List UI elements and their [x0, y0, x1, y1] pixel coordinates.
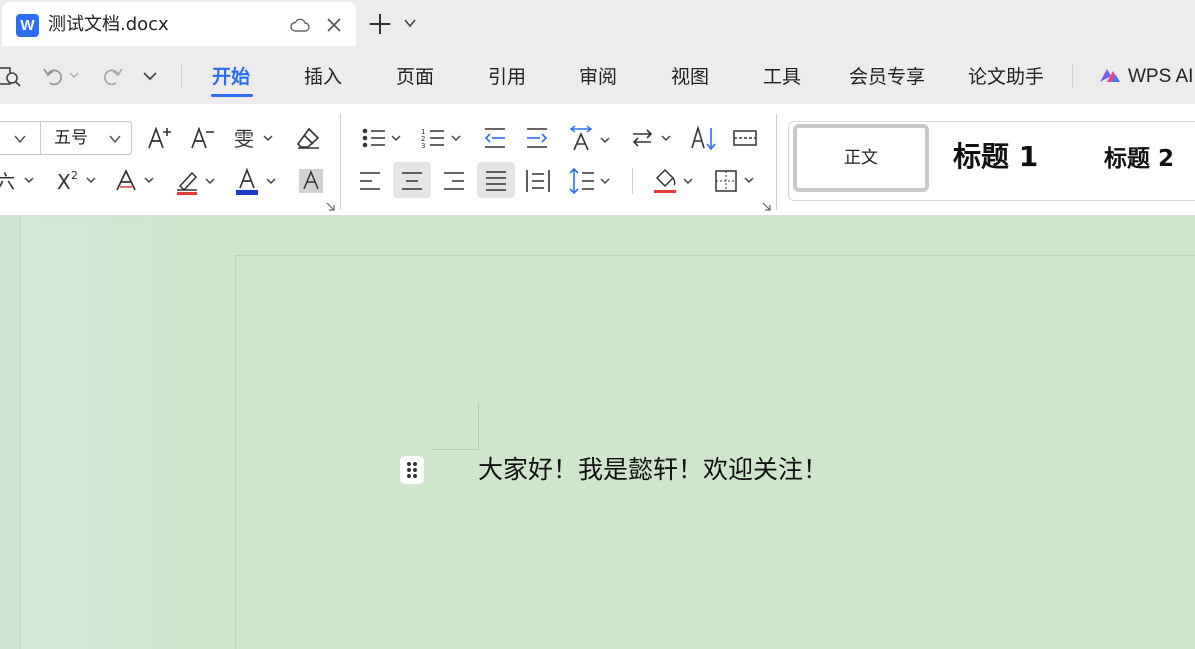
tab-tools[interactable]: 工具: [763, 65, 801, 89]
svg-text:2: 2: [71, 169, 78, 182]
left-ruler-strip: [0, 217, 21, 649]
paragraph-dialog-launcher-icon[interactable]: [762, 202, 771, 211]
plus-icon[interactable]: [368, 12, 392, 36]
word-logo-icon: W: [16, 14, 39, 37]
separator: [340, 114, 341, 210]
decrease-indent-icon[interactable]: [482, 126, 508, 150]
text-effect-icon[interactable]: [114, 168, 160, 194]
align-right-icon[interactable]: [442, 170, 466, 192]
drag-handle-icon: [407, 462, 417, 478]
tab-paper-assistant[interactable]: 论文助手: [968, 65, 1044, 89]
margin-marker: [432, 449, 479, 450]
chevron-down-icon[interactable]: [68, 69, 80, 81]
tab-view[interactable]: 视图: [671, 65, 709, 89]
font-name-select[interactable]: [0, 121, 40, 155]
justify-button[interactable]: [477, 162, 515, 198]
wps-ai-button[interactable]: WPS AI: [1128, 65, 1193, 89]
chevron-down-icon[interactable]: [13, 133, 27, 145]
chevron-down-icon[interactable]: [403, 16, 417, 30]
strikethrough-icon[interactable]: 六: [0, 170, 38, 192]
document-page[interactable]: [235, 255, 1195, 649]
close-icon[interactable]: [324, 15, 344, 35]
superscript-icon[interactable]: X 2: [56, 168, 98, 194]
line-spacing-icon[interactable]: [568, 166, 614, 196]
font-size-select[interactable]: 五号: [40, 121, 132, 155]
margin-marker: [478, 403, 479, 450]
clear-format-icon[interactable]: [295, 126, 321, 150]
table-border-icon[interactable]: [732, 126, 758, 150]
phonetic-guide-icon[interactable]: 雯: [232, 124, 274, 152]
undo-icon[interactable]: [42, 64, 64, 88]
svg-text:六: 六: [0, 171, 15, 192]
menu-bar: 开始 插入 页面 引用 审阅 视图 工具 会员专享 论文助手: [0, 48, 1195, 104]
char-shading-icon[interactable]: [298, 168, 324, 194]
increase-indent-icon[interactable]: [524, 126, 550, 150]
separator: [632, 168, 633, 194]
tab-page[interactable]: 页面: [396, 65, 434, 89]
customize-icon[interactable]: [142, 68, 158, 84]
decrease-font-icon[interactable]: [190, 126, 216, 150]
print-preview-icon[interactable]: [0, 64, 22, 88]
active-tab-indicator: [211, 94, 253, 97]
document-paragraph[interactable]: 大家好！我是懿轩！欢迎关注！: [478, 454, 828, 486]
tab-home[interactable]: 开始: [212, 65, 250, 89]
justify-icon: [486, 171, 506, 191]
distributed-icon[interactable]: [525, 168, 551, 194]
svg-text:3: 3: [421, 142, 425, 150]
borders-icon[interactable]: [714, 168, 760, 194]
font-color-icon[interactable]: [235, 168, 281, 196]
redo-icon[interactable]: [102, 64, 124, 88]
tab-insert[interactable]: 插入: [304, 65, 342, 89]
tab-title: 测试文档.docx: [48, 14, 169, 35]
separator: [181, 64, 182, 88]
tab-member[interactable]: 会员专享: [849, 65, 925, 89]
style-heading-2[interactable]: 标题 2: [1104, 145, 1174, 173]
tab-bar: W 测试文档.docx: [0, 0, 1195, 48]
style-normal[interactable]: 正文: [793, 124, 929, 192]
style-normal-label: 正文: [844, 148, 878, 168]
align-center-icon: [402, 172, 422, 190]
separator: [776, 114, 777, 210]
wps-ai-logo-icon: [1100, 69, 1120, 82]
increase-font-icon[interactable]: [147, 126, 173, 150]
align-left-icon[interactable]: [358, 170, 382, 192]
document-tab[interactable]: W 测试文档.docx: [2, 2, 356, 46]
align-center-button[interactable]: [393, 162, 431, 198]
chevron-down-icon[interactable]: [108, 133, 122, 145]
separator: [1072, 64, 1073, 88]
bullet-list-icon[interactable]: [360, 126, 406, 150]
font-dialog-launcher-icon[interactable]: [326, 202, 335, 211]
text-flow-icon[interactable]: [630, 126, 676, 150]
drag-handle[interactable]: [400, 456, 424, 484]
svg-text:X: X: [57, 170, 71, 194]
cloud-icon[interactable]: [290, 17, 310, 33]
svg-text:雯: 雯: [234, 127, 254, 151]
highlight-icon[interactable]: [175, 168, 221, 196]
numbered-list-icon[interactable]: 1 2 3: [420, 126, 466, 150]
text-direction-icon[interactable]: [568, 124, 614, 152]
tab-review[interactable]: 审阅: [579, 65, 617, 89]
shading-icon[interactable]: [652, 166, 698, 196]
font-size-value: 五号: [54, 128, 88, 148]
sort-icon[interactable]: [690, 124, 718, 152]
style-heading-1[interactable]: 标题 1: [953, 140, 1038, 174]
tab-references[interactable]: 引用: [488, 65, 526, 89]
